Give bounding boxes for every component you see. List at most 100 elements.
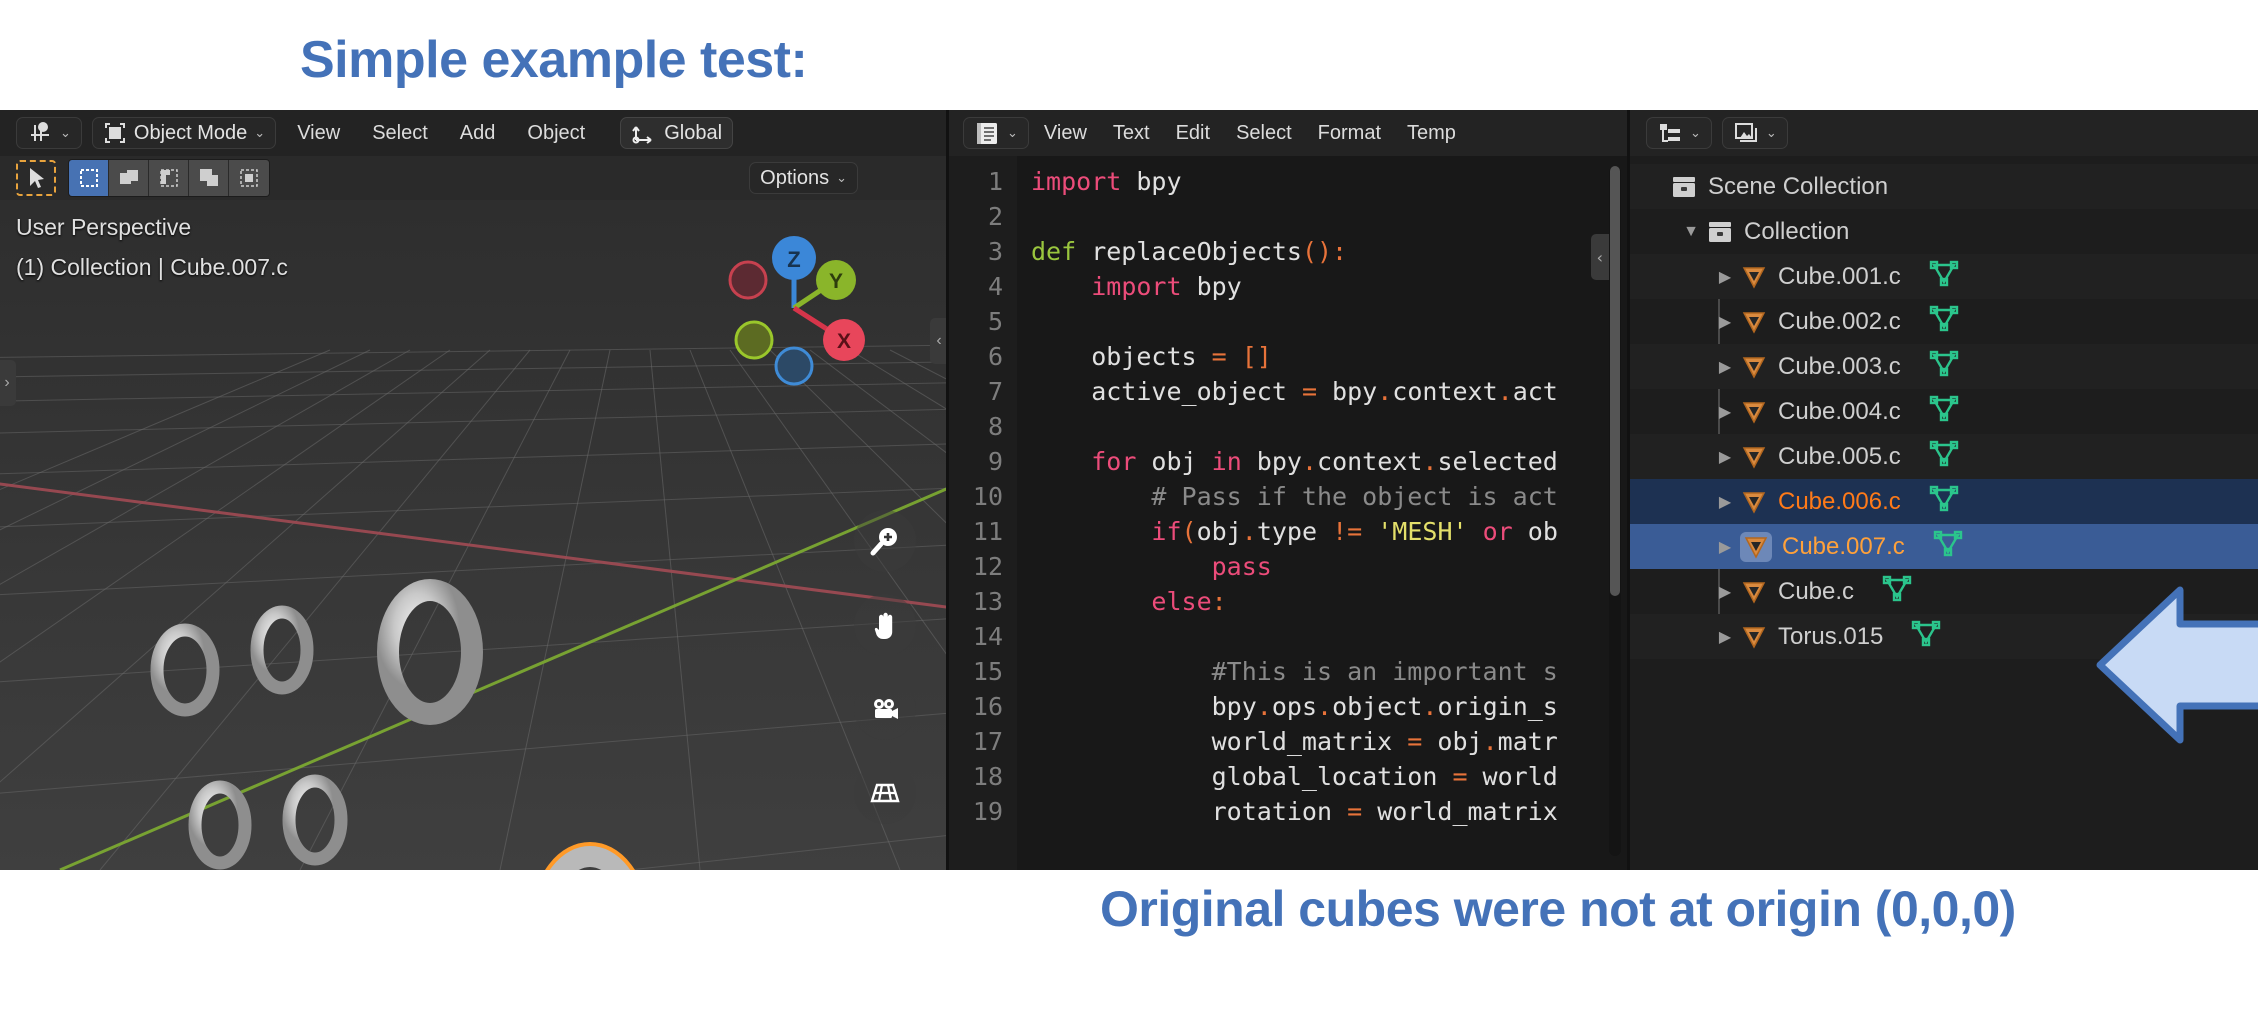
text-menu-view[interactable]: View — [1033, 122, 1098, 145]
code-line[interactable]: bpy.ops.object.origin_s — [1031, 689, 1627, 724]
chevron-right-icon[interactable]: ▶ — [1710, 537, 1740, 557]
mesh-data-icon[interactable] — [1929, 394, 1959, 429]
code-line[interactable]: objects = [] — [1031, 339, 1627, 374]
chevron-right-icon[interactable]: ▶ — [1710, 627, 1740, 647]
code-line[interactable]: def replaceObjects(): — [1031, 234, 1627, 269]
cursor-select-tool-icon[interactable] — [16, 160, 56, 196]
code-line[interactable] — [1031, 304, 1627, 339]
mesh-object-icon — [1742, 626, 1766, 649]
viewport-canvas[interactable]: User Perspective (1) Collection | Cube.0… — [0, 200, 946, 870]
code-line[interactable]: if(obj.type != 'MESH' or ob — [1031, 514, 1627, 549]
text-menu-select[interactable]: Select — [1225, 122, 1303, 145]
chevron-right-icon[interactable]: ▶ — [1710, 357, 1740, 377]
mesh-data-icon[interactable] — [1929, 439, 1959, 474]
code-line[interactable]: world_matrix = obj.matr — [1031, 724, 1627, 759]
text-menu-text[interactable]: Text — [1102, 122, 1161, 145]
code-line[interactable] — [1031, 199, 1627, 234]
outliner-image-filter-icon[interactable]: ⌄ — [1721, 117, 1788, 149]
outliner-row[interactable]: ▶ Cube.004.c — [1630, 389, 2258, 434]
line-number: 15 — [972, 657, 1003, 686]
text-editor-icon[interactable]: ⌄ — [963, 117, 1029, 149]
code-line[interactable]: pass — [1031, 549, 1627, 584]
chevron-right-icon[interactable]: ▶ — [1710, 402, 1740, 422]
code-line[interactable]: #This is an important s — [1031, 654, 1627, 689]
line-number: 14 — [972, 622, 1003, 651]
navigation-gizmo[interactable]: Z Y X — [704, 218, 884, 398]
selected-object-torus[interactable] — [490, 820, 720, 870]
mesh-data-icon — [1933, 530, 1962, 557]
menu-select[interactable]: Select — [361, 122, 439, 145]
mesh-data-icon[interactable] — [1911, 619, 1941, 654]
code-line[interactable]: rotation = world_matrix — [1031, 794, 1627, 829]
camera-icon[interactable] — [854, 678, 916, 740]
text-menu-format[interactable]: Format — [1307, 122, 1392, 145]
outliner-header: ⌄ ⌄ — [1630, 110, 2258, 156]
text-editor-sidebar-toggle[interactable]: ‹ — [1591, 234, 1609, 280]
menu-object[interactable]: Object — [516, 122, 596, 145]
chevron-down-icon: ⌄ — [1007, 125, 1018, 140]
mesh-data-icon[interactable] — [1933, 529, 1963, 564]
text-menu-templates[interactable]: Temp — [1396, 122, 1467, 145]
menu-add[interactable]: Add — [449, 122, 507, 145]
outliner-row[interactable]: ▼ Collection — [1630, 209, 2258, 254]
outliner-row[interactable]: Scene Collection — [1630, 164, 2258, 209]
select-extend-icon[interactable] — [109, 160, 149, 196]
code-area[interactable]: 1 2 3 4 5 6 7 8 9 10 11 12 13 14 15 16 17 18 19 import bpy… — [949, 156, 1627, 870]
mesh-object-icon — [1742, 311, 1766, 334]
select-mode-group[interactable] — [68, 159, 270, 197]
menu-view[interactable]: View — [286, 122, 351, 145]
chevron-right-icon[interactable]: ▶ — [1710, 447, 1740, 467]
code-line[interactable] — [1031, 619, 1627, 654]
mesh-data-icon[interactable] — [1929, 349, 1959, 384]
mesh-data-icon[interactable] — [1929, 484, 1959, 519]
chevron-down-icon: ⌄ — [1765, 125, 1777, 140]
code-line[interactable]: for obj in bpy.context.selected — [1031, 444, 1627, 479]
line-number: 2 — [987, 202, 1003, 231]
chevron-down-icon: ⌄ — [254, 125, 266, 140]
mesh-data-icon[interactable] — [1882, 574, 1912, 609]
chevron-down-icon[interactable]: ▼ — [1676, 223, 1706, 241]
chevron-right-icon[interactable]: ▶ — [1710, 582, 1740, 602]
editor-type-selector[interactable]: ⌄ — [16, 117, 82, 149]
line-number: 13 — [972, 587, 1003, 616]
hand-icon[interactable] — [854, 594, 916, 656]
chevron-right-icon[interactable]: ▶ — [1710, 492, 1740, 512]
grid-icon[interactable] — [854, 762, 916, 824]
text-menu-edit[interactable]: Edit — [1165, 122, 1221, 145]
viewport-3d[interactable]: ⌄ Object Mode ⌄ View Select Add Object G… — [0, 110, 946, 870]
chevron-right-icon[interactable]: ▶ — [1710, 312, 1740, 332]
viewport-header: ⌄ Object Mode ⌄ View Select Add Object G… — [0, 110, 946, 156]
active-collection-label: (1) Collection | Cube.007.c — [16, 254, 288, 280]
mesh-data-icon[interactable] — [1929, 259, 1959, 294]
outliner-row[interactable]: ▶ Cube.006.c — [1630, 479, 2258, 524]
select-subtract-icon[interactable] — [149, 160, 189, 196]
outliner-row[interactable]: ▶ Cube.005.c — [1630, 434, 2258, 479]
code-line[interactable] — [1031, 409, 1627, 444]
code-lines[interactable]: import bpy def replaceObjects(): import … — [1017, 156, 1627, 870]
code-line[interactable]: active_object = bpy.context.act — [1031, 374, 1627, 409]
viewport-sidebar-toggle-left[interactable]: › — [0, 360, 16, 406]
line-number: 16 — [972, 692, 1003, 721]
code-scrollbar[interactable] — [1609, 166, 1621, 856]
options-button[interactable]: Options ⌄ — [749, 162, 858, 194]
outliner-row[interactable]: ▶ Cube.003.c — [1630, 344, 2258, 389]
code-line[interactable]: # Pass if the object is act — [1031, 479, 1627, 514]
code-line[interactable]: global_location = world — [1031, 759, 1627, 794]
zoom-icon[interactable] — [854, 510, 916, 572]
transform-orientation-selector[interactable]: Global — [620, 117, 734, 149]
chevron-right-icon[interactable]: ▶ — [1710, 267, 1740, 287]
code-line[interactable]: import bpy — [1031, 164, 1627, 199]
outliner-row[interactable]: ▶ Cube.002.c — [1630, 299, 2258, 344]
select-invert-icon[interactable] — [189, 160, 229, 196]
viewport-sidebar-toggle-right[interactable]: ‹ — [930, 318, 946, 364]
object-mode-selector[interactable]: Object Mode ⌄ — [91, 117, 277, 149]
text-editor[interactable]: ⌄ View Text Edit Select Format Temp 1234… — [949, 110, 1627, 870]
outliner-display-mode-icon[interactable]: ⌄ — [1646, 117, 1712, 149]
code-line[interactable]: else: — [1031, 584, 1627, 619]
code-line[interactable]: import bpy — [1031, 269, 1627, 304]
outliner[interactable]: ⌄ ⌄ Scene Collection ▼ Collection ▶ Cube.001… — [1630, 110, 2258, 870]
select-box-icon[interactable] — [69, 160, 109, 196]
select-intersect-icon[interactable] — [229, 160, 269, 196]
mesh-data-icon[interactable] — [1929, 304, 1959, 339]
outliner-row[interactable]: ▶ Cube.001.c — [1630, 254, 2258, 299]
